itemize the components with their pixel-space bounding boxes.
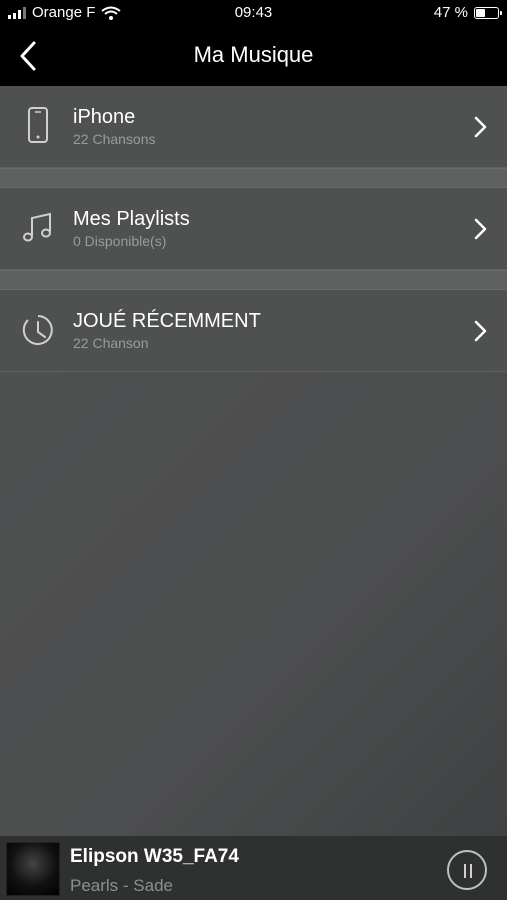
item-label: JOUÉ RÉCEMMENT: [73, 310, 261, 332]
battery-percent: 47 %: [433, 4, 468, 21]
nav-bar: Ma Musique: [0, 26, 507, 86]
player-device-name: Elipson W35_FA74: [70, 846, 239, 867]
phone-icon: [28, 107, 48, 143]
section-divider: [0, 270, 507, 290]
item-subtitle: 22 Chanson: [73, 335, 149, 351]
battery-fill: [476, 8, 486, 17]
music-note-icon: [23, 212, 51, 242]
list-item-iphone[interactable]: iPhone 22 Chansons: [0, 86, 507, 168]
battery-icon: [474, 6, 502, 19]
player-track: Pearls - Sade: [70, 876, 173, 895]
status-time: 09:43: [234, 4, 273, 21]
empty-area: [0, 372, 507, 836]
music-source-list: iPhone 22 Chansons Mes Playlists 0 Dispo…: [0, 86, 507, 372]
list-item-recent[interactable]: JOUÉ RÉCEMMENT 22 Chanson: [0, 290, 507, 372]
album-art: [6, 842, 60, 896]
item-subtitle: 22 Chansons: [73, 131, 156, 147]
page-title: Ma Musique: [193, 42, 314, 67]
section-divider: [0, 168, 507, 188]
chevron-right-icon: [474, 320, 487, 342]
pause-icon[interactable]: [447, 850, 487, 890]
mini-player[interactable]: Elipson W35_FA74 Pearls - Sade: [0, 836, 507, 900]
item-subtitle: 0 Disponible(s): [73, 233, 167, 249]
chevron-right-icon: [474, 116, 487, 138]
status-right: 47 %: [433, 4, 502, 21]
item-label: Mes Playlists: [73, 208, 190, 230]
list-item-playlists[interactable]: Mes Playlists 0 Disponible(s): [0, 188, 507, 270]
item-label: iPhone: [73, 106, 136, 128]
clock-icon: [22, 315, 53, 345]
chevron-right-icon: [474, 218, 487, 240]
status-bar: Orange F 09:43 47 %: [0, 0, 507, 26]
